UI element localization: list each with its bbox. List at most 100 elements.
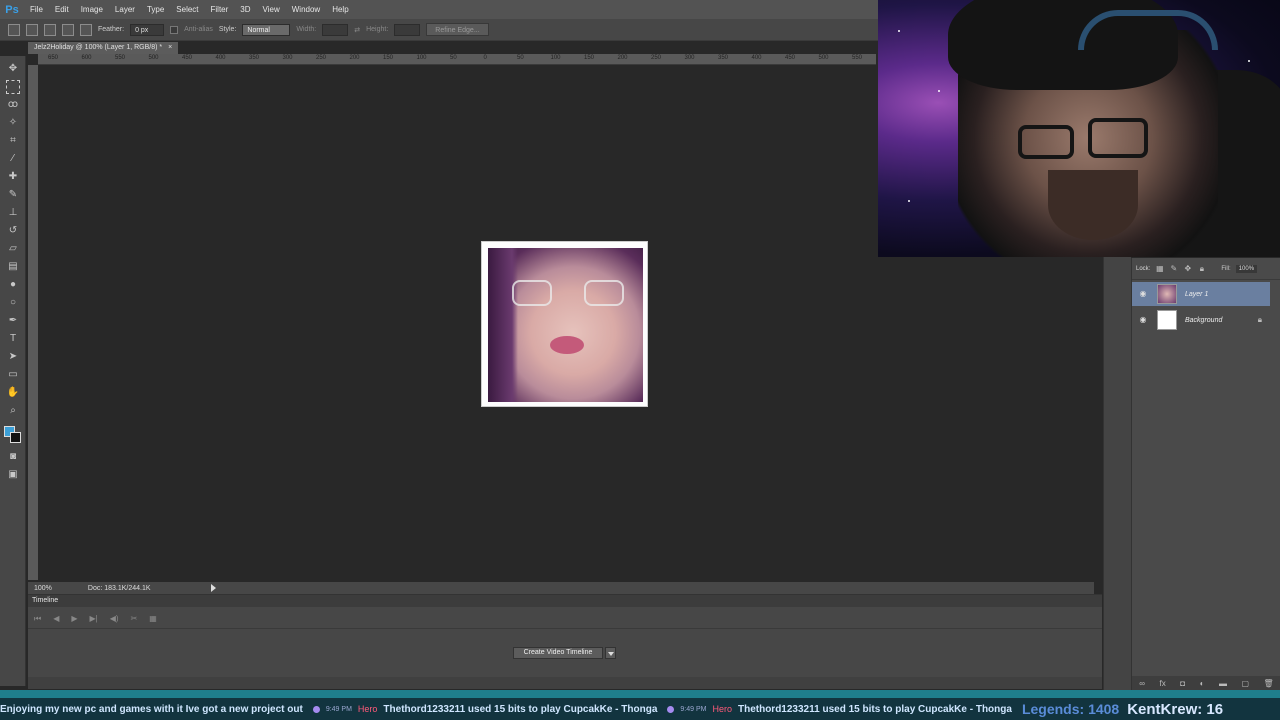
lock-transparent-icon[interactable]: ▦: [1155, 264, 1164, 273]
prev-frame-icon[interactable]: ◀: [53, 614, 59, 623]
path-selection-tool-icon[interactable]: ➤: [6, 350, 20, 364]
ruler-tick-label: 50: [517, 55, 524, 61]
ruler-tick-label: 600: [81, 55, 92, 61]
ruler-tick-label: 300: [282, 55, 293, 61]
menu-type[interactable]: Type: [141, 0, 170, 19]
new-layer-icon[interactable]: ▢: [1241, 679, 1249, 688]
document-tab[interactable]: Jelz2Holiday @ 100% (Layer 1, RGB/8) * ×: [28, 42, 179, 54]
crop-tool-icon[interactable]: ⌗: [6, 134, 20, 148]
menu-select[interactable]: Select: [170, 0, 204, 19]
lasso-tool-icon[interactable]: ꝏ: [6, 98, 20, 112]
visibility-eye-icon[interactable]: ◉: [1137, 316, 1149, 324]
menu-view[interactable]: View: [257, 0, 286, 19]
menu-layer[interactable]: Layer: [109, 0, 141, 19]
brush-tool-icon[interactable]: ✎: [6, 188, 20, 202]
refine-edge-button[interactable]: Refine Edge...: [426, 23, 489, 36]
document-image[interactable]: [481, 241, 648, 407]
healing-brush-tool-icon[interactable]: ✚: [6, 170, 20, 184]
add-mask-icon[interactable]: ◘: [1180, 679, 1185, 688]
marquee-preset-icon[interactable]: [8, 23, 20, 36]
dodge-tool-icon[interactable]: ○: [6, 296, 20, 310]
layer-thumbnail: [1157, 310, 1177, 330]
eraser-tool-icon[interactable]: ▱: [6, 242, 20, 256]
transition-icon[interactable]: ▦: [149, 614, 157, 623]
type-tool-icon[interactable]: T: [6, 332, 20, 346]
menu-window[interactable]: Window: [286, 0, 326, 19]
new-selection-icon[interactable]: [26, 23, 38, 36]
layer-row-layer-1[interactable]: ◉ Layer 1: [1132, 282, 1270, 306]
ruler-tick-label: 50: [450, 55, 457, 61]
star: [908, 200, 910, 202]
menu-edit[interactable]: Edit: [49, 0, 75, 19]
adjustment-layer-icon[interactable]: ◐: [1200, 679, 1205, 688]
zoom-level[interactable]: 100%: [34, 585, 52, 592]
history-brush-tool-icon[interactable]: ↺: [6, 224, 20, 238]
streamer-beard: [1048, 170, 1138, 240]
status-menu-arrow-icon[interactable]: [210, 584, 216, 592]
blur-tool-icon[interactable]: ●: [6, 278, 20, 292]
layer-row-background[interactable]: ◉ Background 🔒︎: [1132, 308, 1270, 332]
swap-dimensions-icon[interactable]: ⇄: [354, 26, 360, 34]
close-tab-icon[interactable]: ×: [168, 42, 172, 54]
layer-name[interactable]: Layer 1: [1185, 291, 1208, 298]
screen-mode-icon[interactable]: ▣: [6, 468, 20, 482]
menu-image[interactable]: Image: [75, 0, 109, 19]
intersect-selection-icon[interactable]: [80, 23, 92, 36]
layer-style-icon[interactable]: fx: [1159, 679, 1165, 688]
feather-input[interactable]: 0 px: [130, 23, 165, 36]
lock-all-icon[interactable]: 🔒︎: [1197, 264, 1206, 273]
glasses-right-lens: [584, 280, 624, 306]
layers-lock-bar: Lock: ▦ ✎ ✥ 🔒︎ Fill: 100%: [1132, 258, 1280, 280]
pen-tool-icon[interactable]: ✒: [6, 314, 20, 328]
eyedropper-tool-icon[interactable]: ⁄: [6, 152, 20, 166]
antialias-checkbox[interactable]: [170, 25, 179, 34]
audio-icon[interactable]: ◀): [110, 614, 119, 623]
ruler-tick-label: 200: [617, 55, 628, 61]
rectangle-tool-icon[interactable]: ▭: [6, 368, 20, 382]
menu-file[interactable]: File: [24, 0, 49, 19]
split-icon[interactable]: ✂: [131, 614, 138, 623]
timeline-tab[interactable]: Timeline: [28, 595, 1102, 607]
ruler-tick-label: 100: [550, 55, 561, 61]
star: [938, 90, 940, 92]
gradient-tool-icon[interactable]: ▤: [6, 260, 20, 274]
menu-3d[interactable]: 3D: [234, 0, 256, 19]
hand-tool-icon[interactable]: ✋: [6, 386, 20, 400]
subtract-selection-icon[interactable]: [62, 23, 74, 36]
ticker-user: Hero: [357, 704, 378, 714]
width-input[interactable]: [322, 23, 349, 36]
ruler-tick-label: 400: [215, 55, 226, 61]
magic-wand-tool-icon[interactable]: ✧: [6, 116, 20, 130]
menu-help[interactable]: Help: [326, 0, 354, 19]
zoom-tool-icon[interactable]: ⌕: [6, 404, 20, 418]
ruler-tick-label: 650: [48, 55, 59, 61]
headset-icon: [1078, 10, 1218, 50]
fill-input[interactable]: 100%: [1235, 264, 1258, 273]
layer-name[interactable]: Background: [1185, 317, 1222, 324]
add-selection-icon[interactable]: [44, 23, 56, 36]
height-input[interactable]: [394, 23, 421, 36]
background-color-swatch[interactable]: [10, 432, 21, 443]
lock-position-icon[interactable]: ✥: [1183, 264, 1192, 273]
antialias-label: Anti-alias: [184, 26, 213, 33]
timeline-footer: [28, 677, 1102, 689]
create-timeline-dropdown-icon[interactable]: [605, 647, 616, 659]
menu-filter[interactable]: Filter: [205, 0, 235, 19]
link-layers-icon[interactable]: ∞: [1139, 679, 1145, 688]
play-icon[interactable]: ▶: [71, 614, 77, 623]
visibility-eye-icon[interactable]: ◉: [1137, 290, 1149, 298]
ruler-tick-label: 250: [651, 55, 662, 61]
new-group-icon[interactable]: ▬: [1219, 679, 1227, 688]
quick-mask-icon[interactable]: ◙: [6, 450, 20, 464]
next-frame-icon[interactable]: ▶|: [90, 614, 98, 623]
delete-layer-icon[interactable]: 🗑︎: [1264, 679, 1274, 688]
move-tool-icon[interactable]: ✥: [6, 62, 20, 76]
clone-stamp-tool-icon[interactable]: ⊥: [6, 206, 20, 220]
ruler-tick-label: 350: [718, 55, 729, 61]
first-frame-icon[interactable]: ⏮: [34, 614, 41, 624]
lips-shape: [550, 336, 584, 354]
create-video-timeline-button[interactable]: Create Video Timeline: [513, 647, 603, 659]
lock-image-icon[interactable]: ✎: [1169, 264, 1178, 273]
marquee-tool-icon[interactable]: [6, 80, 20, 94]
style-select[interactable]: Normal: [242, 23, 291, 36]
